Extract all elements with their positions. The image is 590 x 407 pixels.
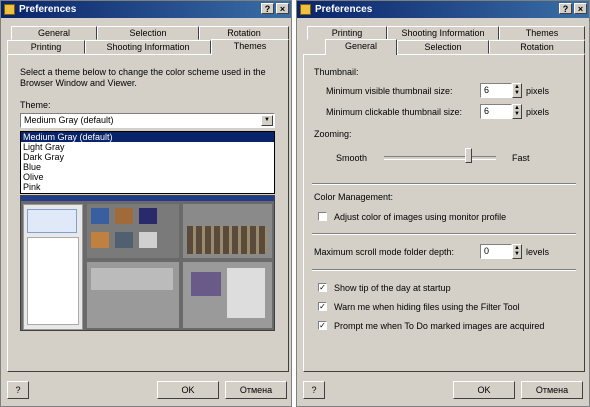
tab-rotation[interactable]: Rotation (489, 40, 585, 54)
close-button[interactable]: × (276, 3, 289, 14)
title-bar: Preferences ? × (1, 1, 291, 18)
thumbnail-heading: Thumbnail: (314, 67, 359, 77)
separator (312, 269, 576, 271)
tab-rotation[interactable]: Rotation (199, 26, 289, 40)
theme-option[interactable]: Pink (21, 182, 274, 192)
app-icon (300, 4, 311, 15)
preferences-window-themes: Preferences ? × General Selection Rotati… (0, 0, 292, 407)
cancel-button[interactable]: Отмена (225, 381, 287, 399)
window-title: Preferences (315, 4, 373, 15)
tip-label: Show tip of the day at startup (334, 283, 451, 293)
min-visible-label: Minimum visible thumbnail size: (326, 86, 453, 96)
themes-panel: Select a theme below to change the color… (7, 54, 289, 372)
tab-selection[interactable]: Selection (97, 26, 199, 40)
zoom-slider-track[interactable] (384, 156, 496, 160)
tip-checkbox[interactable]: ✓ (318, 283, 327, 292)
zoom-slider-thumb[interactable] (465, 148, 472, 163)
preview-sidebar (23, 204, 83, 330)
scroll-depth-input[interactable]: 0 (480, 244, 512, 259)
preview-grid-area (183, 204, 272, 258)
title-help-button[interactable]: ? (261, 3, 274, 14)
title-help-button[interactable]: ? (559, 3, 572, 14)
separator (312, 233, 576, 235)
tab-shooting-information[interactable]: Shooting Information (387, 26, 499, 40)
preview-panel (91, 268, 173, 290)
preview-thumb (139, 232, 157, 248)
color-management-label: Adjust color of images using monitor pro… (334, 212, 507, 222)
help-button[interactable]: ? (7, 381, 29, 399)
tab-themes[interactable]: Themes (499, 26, 585, 40)
window-title: Preferences (19, 4, 77, 15)
min-clickable-unit: pixels (526, 107, 550, 117)
zoom-fast-label: Fast (512, 153, 530, 163)
check-icon: ✓ (319, 283, 326, 292)
chevron-down-icon[interactable]: ▼ (261, 115, 273, 126)
min-clickable-label: Minimum clickable thumbnail size: (326, 107, 463, 117)
scroll-depth-unit: levels (526, 247, 550, 257)
preview-thumb (139, 208, 157, 224)
tab-printing[interactable]: Printing (7, 40, 85, 54)
min-visible-input[interactable]: 6 (480, 83, 512, 98)
theme-option[interactable]: Light Gray (21, 142, 274, 152)
general-panel: Thumbnail: Minimum visible thumbnail siz… (303, 54, 585, 372)
min-visible-stepper[interactable]: ▲ ▼ (512, 83, 522, 98)
min-clickable-input[interactable]: 6 (480, 104, 512, 119)
title-bar: Preferences ? × (297, 1, 589, 18)
cancel-button[interactable]: Отмена (521, 381, 583, 399)
theme-option[interactable]: Medium Gray (default) (21, 132, 274, 142)
min-clickable-stepper[interactable]: ▲ ▼ (512, 104, 522, 119)
theme-select[interactable]: Medium Gray (default) ▼ (20, 113, 275, 128)
preview-thumb (91, 232, 109, 248)
tab-general[interactable]: General (325, 39, 397, 55)
color-management-heading: Color Management: (314, 192, 394, 202)
preview-sidebar-box (27, 209, 77, 233)
theme-select-value: Medium Gray (default) (24, 115, 114, 125)
preview-thumb (191, 272, 221, 296)
preview-lower-left (87, 262, 179, 328)
help-button[interactable]: ? (303, 381, 325, 399)
min-visible-unit: pixels (526, 86, 550, 96)
color-management-checkbox[interactable] (318, 212, 327, 221)
theme-dropdown-list: Medium Gray (default) Light Gray Dark Gr… (20, 131, 275, 194)
ok-button[interactable]: OK (157, 381, 219, 399)
filter-warning-label: Warn me when hiding files using the Filt… (334, 302, 520, 312)
tab-general[interactable]: General (11, 26, 97, 40)
tab-themes[interactable]: Themes (211, 39, 289, 55)
theme-intro-text: Select a theme below to change the color… (20, 67, 266, 88)
todo-prompt-label: Prompt me when To Do marked images are a… (334, 321, 545, 331)
tab-selection[interactable]: Selection (397, 40, 489, 54)
preview-folder-tree (27, 237, 79, 325)
preview-grid-thumbs (187, 226, 267, 254)
theme-option[interactable]: Dark Gray (21, 152, 274, 162)
theme-preview-image (20, 195, 275, 331)
scroll-depth-stepper[interactable]: ▲ ▼ (512, 244, 522, 259)
scroll-depth-label: Maximum scroll mode folder depth: (314, 247, 455, 257)
app-icon (4, 4, 15, 15)
preview-thumb (91, 208, 109, 224)
theme-option[interactable]: Blue (21, 162, 274, 172)
tab-printing[interactable]: Printing (307, 26, 387, 40)
zoom-smooth-label: Smooth (336, 153, 368, 163)
preview-thumb (115, 208, 133, 224)
preferences-window-general: Preferences ? × Printing Shooting Inform… (296, 0, 590, 407)
zooming-heading: Zooming: (314, 129, 352, 139)
check-icon: ✓ (319, 321, 326, 330)
tab-shooting-information[interactable]: Shooting Information (85, 40, 211, 54)
theme-label: Theme: (20, 100, 51, 110)
filter-warning-checkbox[interactable]: ✓ (318, 302, 327, 311)
preview-thumbnails-area (87, 204, 179, 258)
preview-lower-right (183, 262, 272, 328)
preview-thumb (115, 232, 133, 248)
check-icon: ✓ (319, 302, 326, 311)
ok-button[interactable]: OK (453, 381, 515, 399)
separator (312, 183, 576, 185)
preview-panel (227, 268, 265, 318)
theme-option[interactable]: Olive (21, 172, 274, 182)
todo-prompt-checkbox[interactable]: ✓ (318, 321, 327, 330)
close-button[interactable]: × (574, 3, 587, 14)
preview-header (21, 196, 274, 201)
